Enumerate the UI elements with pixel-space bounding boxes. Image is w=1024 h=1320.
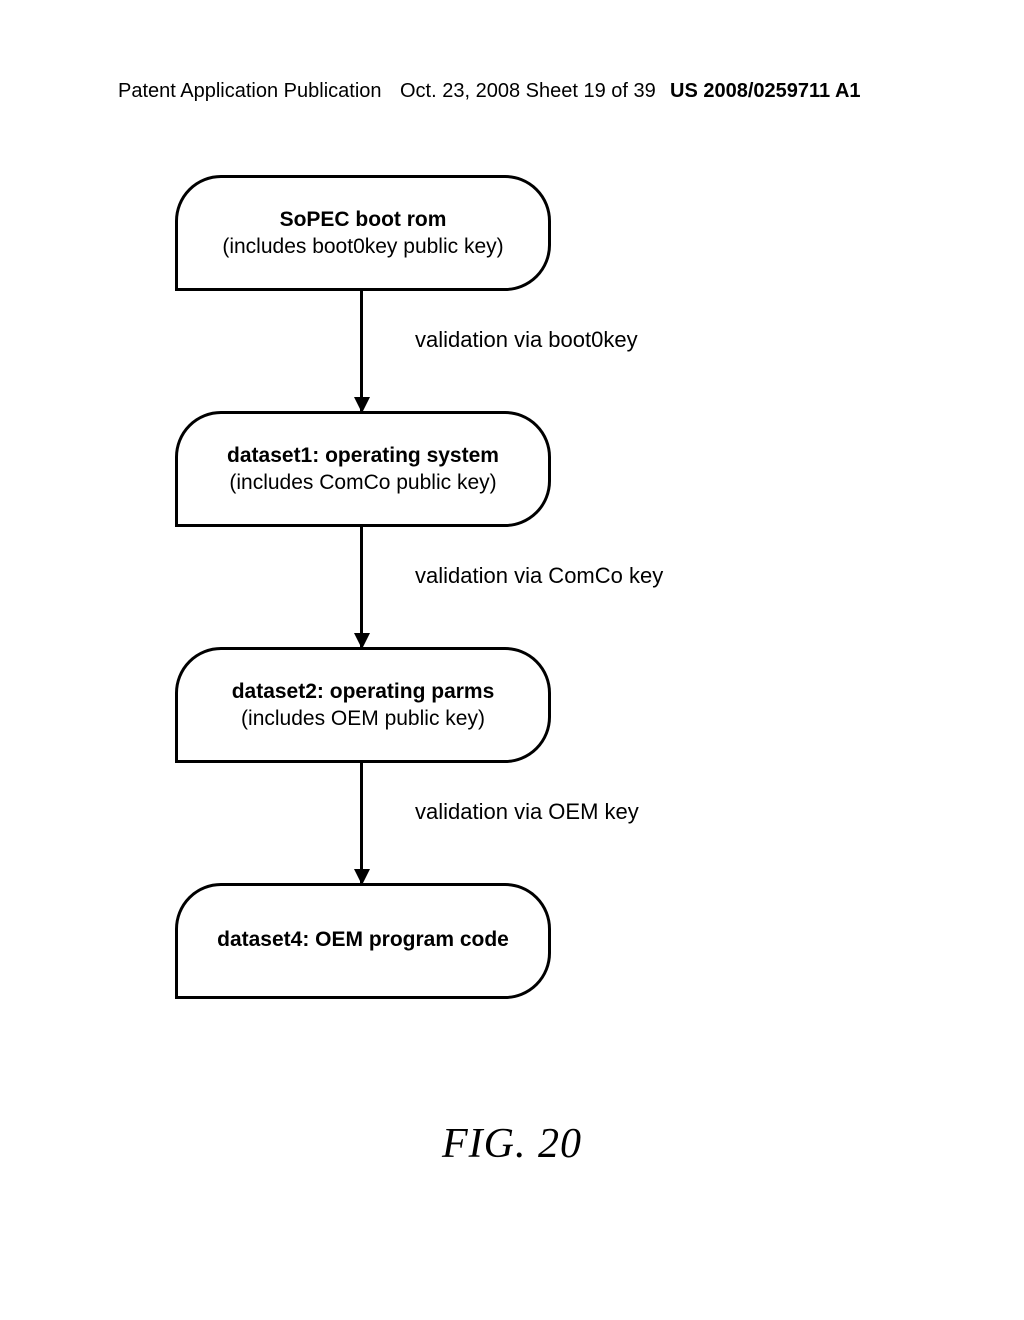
edge-label: validation via ComCo key <box>415 563 663 589</box>
header-publication: Patent Application Publication <box>118 80 382 103</box>
node-subtitle: (includes OEM public key) <box>241 707 485 731</box>
edge-label: validation via OEM key <box>415 799 639 825</box>
header-date-sheet: Oct. 23, 2008 Sheet 19 of 39 <box>400 80 656 103</box>
node-sopec-boot-rom: SoPEC boot rom (includes boot0key public… <box>175 175 551 291</box>
node-subtitle: (includes ComCo public key) <box>229 471 496 495</box>
edge-label: validation via boot0key <box>415 327 638 353</box>
node-dataset1-os: dataset1: operating system (includes Com… <box>175 411 551 527</box>
connector-line <box>360 763 363 883</box>
node-dataset2-parms: dataset2: operating parms (includes OEM … <box>175 647 551 763</box>
edge-comco: validation via ComCo key <box>175 527 860 647</box>
node-title: dataset4: OEM program code <box>217 928 509 952</box>
figure-label: FIG. 20 <box>0 1120 1024 1168</box>
node-subtitle: (includes boot0key public key) <box>222 235 503 259</box>
node-title: SoPEC boot rom <box>280 208 447 232</box>
edge-oem: validation via OEM key <box>175 763 860 883</box>
edge-boot0key: validation via boot0key <box>175 291 860 411</box>
flow-diagram: SoPEC boot rom (includes boot0key public… <box>160 175 860 999</box>
node-title: dataset2: operating parms <box>232 680 495 704</box>
connector-line <box>360 291 363 411</box>
connector-line <box>360 527 363 647</box>
node-title: dataset1: operating system <box>227 444 499 468</box>
node-dataset4-oem-code: dataset4: OEM program code <box>175 883 551 999</box>
header-patent-number: US 2008/0259711 A1 <box>670 80 861 103</box>
